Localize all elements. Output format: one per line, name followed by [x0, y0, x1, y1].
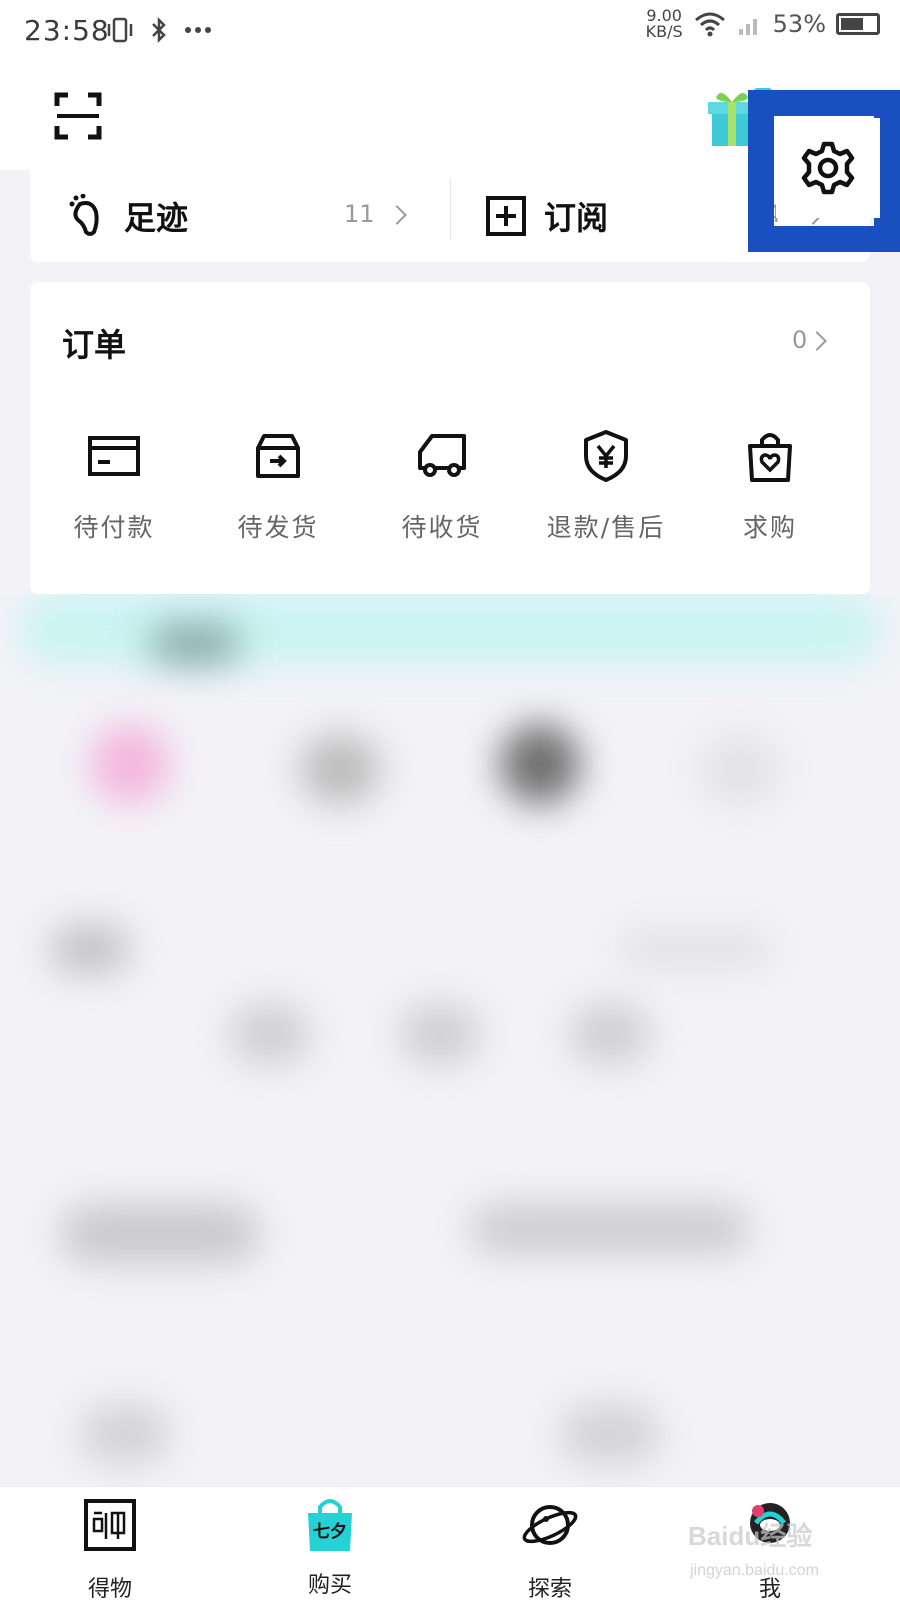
- footprint-link[interactable]: 足迹 11: [66, 170, 446, 262]
- order-item-label: 待发货: [237, 513, 319, 542]
- footprint-count: 11: [344, 200, 375, 228]
- vibrate-icon: [107, 17, 133, 43]
- scan-icon: [54, 92, 102, 140]
- status-right: 9.00 KB/S 53%: [646, 8, 880, 40]
- net-speed-unit: KB/S: [645, 22, 683, 41]
- blurred-text: [620, 934, 770, 964]
- orders-title: 订单: [62, 326, 127, 364]
- watermark: Baidu经验: [688, 1521, 813, 1551]
- order-pending-shipment[interactable]: 待发货: [194, 428, 362, 542]
- blurred-item: [560, 1404, 660, 1464]
- planet-icon: [522, 1505, 578, 1545]
- yen-shield-icon: [584, 430, 628, 482]
- order-want-to-buy[interactable]: 求购: [686, 428, 854, 542]
- nav-label: 得物: [87, 1577, 132, 1600]
- blurred-item: [60, 1204, 260, 1264]
- blurred-item: [80, 1404, 170, 1464]
- blurred-content: [0, 594, 900, 1494]
- orders-card: 订单 0 待付款 待发货 待收货 退款/售后 求购: [30, 282, 870, 594]
- dewu-icon: [84, 1499, 136, 1551]
- order-item-label: 待付款: [73, 513, 155, 542]
- blurred-item: [230, 1004, 310, 1064]
- blurred-item: [300, 734, 380, 804]
- net-speed: 9.00 KB/S: [646, 8, 683, 40]
- card-icon: [88, 436, 140, 476]
- wifi-icon: [694, 12, 725, 37]
- chevron-right-icon: [387, 205, 407, 225]
- footprint-icon: [69, 194, 99, 236]
- shopping-bag-icon: 七夕: [300, 1495, 360, 1555]
- more-dots-icon: [185, 27, 211, 33]
- gear-icon: [801, 141, 855, 195]
- footprint-label: 足迹: [124, 199, 189, 237]
- status-time: 23:58: [24, 14, 110, 47]
- buy-badge: 七夕: [313, 1522, 347, 1542]
- order-item-label: 待收货: [401, 513, 483, 542]
- nav-item-dewu[interactable]: 得物: [40, 1495, 180, 1600]
- nav-label: 购买: [307, 1573, 352, 1598]
- box-icon: [256, 434, 300, 478]
- plus-square-icon: [486, 196, 526, 236]
- nav-item-explore[interactable]: 探索: [480, 1495, 620, 1600]
- signal-icon: [738, 19, 757, 35]
- order-item-label: 退款/售后: [546, 513, 666, 542]
- blurred-item: [90, 724, 170, 804]
- status-left-icons: [106, 16, 212, 44]
- order-item-label: 求购: [742, 513, 797, 542]
- blurred-text: [50, 924, 130, 974]
- quick-links-card: 足迹 11 订阅 4: [30, 170, 870, 262]
- watermark-url: jingyan.baidu.com: [690, 1562, 819, 1579]
- profile-header: [0, 60, 900, 252]
- subscribe-label: 订阅: [544, 199, 609, 237]
- battery-icon: [836, 13, 880, 35]
- blurred-item: [500, 724, 580, 804]
- battery-percent: 53%: [772, 10, 826, 38]
- nav-label: 探索: [527, 1577, 572, 1600]
- order-pending-payment[interactable]: 待付款: [30, 428, 198, 542]
- heart-bag-icon: [748, 433, 792, 482]
- bluetooth-icon: [152, 16, 166, 44]
- order-refund[interactable]: 退款/售后: [522, 428, 690, 542]
- nav-item-buy[interactable]: 七夕 购买: [260, 1495, 400, 1599]
- divider: [450, 178, 451, 240]
- scan-button[interactable]: [54, 92, 102, 140]
- status-bar: 23:58 9.00 KB/S 53%: [0, 0, 900, 60]
- settings-button[interactable]: [776, 118, 880, 218]
- blurred-item: [470, 1204, 750, 1254]
- truck-icon: [418, 434, 466, 477]
- orders-count: 0: [792, 326, 808, 354]
- blurred-banner: [20, 594, 880, 664]
- blurred-item: [700, 734, 780, 804]
- blurred-banner-text: [150, 624, 240, 664]
- blurred-item: [570, 1004, 650, 1064]
- blurred-item: [400, 1004, 480, 1064]
- order-pending-receipt[interactable]: 待收货: [358, 428, 526, 542]
- chevron-right-icon: [807, 331, 827, 351]
